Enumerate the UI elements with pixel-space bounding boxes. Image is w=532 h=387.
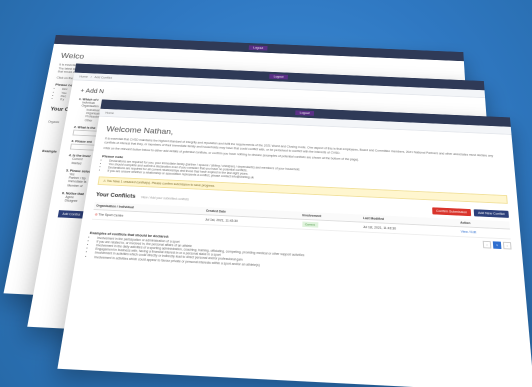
logout-button[interactable]: Logout [294,110,315,116]
breadcrumb-add[interactable]: Add Conflict [94,75,112,79]
add-new-conflict-button[interactable]: Add New Conflict [473,208,509,218]
front-window-dashboard: Logout Home Welcome Nathan, It is essent… [57,99,532,387]
view-edit-link[interactable]: View / Edit [461,230,477,234]
breadcrumb-home[interactable]: Home [79,75,88,78]
plus-icon: + [79,88,85,94]
involvement-cell: Current [299,218,361,232]
logout-button[interactable]: Logout [248,45,268,51]
warning-text: You have 1 unsaved conflict(s). Please c… [106,178,216,188]
conflicts-subtitle: View / Add your submitted conflicts [140,195,190,201]
pagination-prev[interactable]: ‹ [482,240,492,249]
conflicts-title: Your Conflicts View / Add your submitted… [96,192,190,202]
org-name: The Sport Centre [98,212,124,218]
pagination-next[interactable]: › [502,241,512,250]
conflicts-title-text: Your Conflicts [95,192,136,200]
breadcrumb-home[interactable]: Home [105,111,114,115]
add-conflict-submit-button[interactable]: Add Conflict [57,209,85,219]
status-badge: Current [301,221,318,228]
action-cell: View / Edit [458,226,511,239]
confirm-submission-button[interactable]: Confirm Submission [431,206,472,216]
logout-button[interactable]: Logout [268,74,289,80]
screenshot-stage: Logout Welco It is essential The latest t… [0,0,532,387]
add-title-text: Add N [85,88,105,95]
pagination-page[interactable]: 1 [492,240,502,249]
